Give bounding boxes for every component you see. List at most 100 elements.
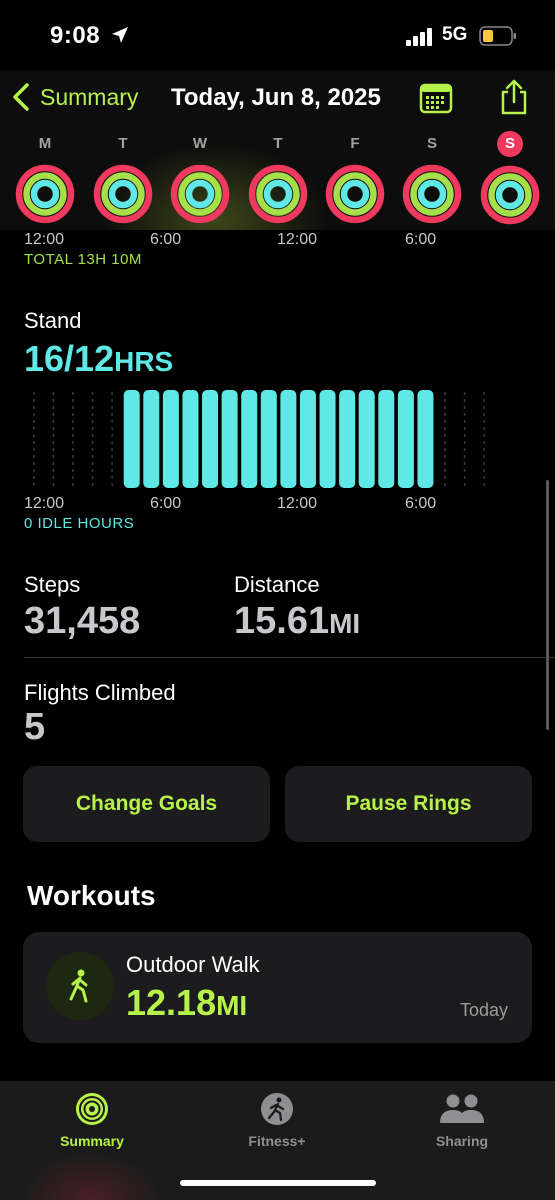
distance-unit: MI [329, 608, 361, 639]
ring-segment [108, 179, 138, 209]
workout-distance-number: 12.18 [126, 982, 217, 1023]
axis-label: 6:00 [405, 495, 437, 512]
stand-hour-bar [339, 390, 356, 488]
chevron-left-icon [13, 83, 29, 111]
pause-rings-button[interactable]: Pause Rings [285, 766, 532, 842]
change-goals-button[interactable]: Change Goals [23, 766, 270, 842]
workout-name: Outdoor Walk [126, 952, 260, 977]
tab-label: Sharing [435, 1133, 489, 1149]
status-bar: 9:08 5G [0, 0, 555, 70]
workout-distance: 12.18MI [126, 982, 247, 1024]
activity-rings-icon [402, 164, 462, 224]
day-tuesday[interactable]: T [93, 132, 153, 229]
stand-hour-bar [397, 390, 414, 488]
workout-card[interactable]: Outdoor Walk 12.18MI Today [23, 932, 532, 1043]
share-icon[interactable] [498, 78, 530, 116]
ring-segment [417, 179, 447, 209]
stand-hour-bar [221, 390, 238, 488]
stand-hour-bar [358, 390, 375, 488]
day-thursday[interactable]: T [248, 132, 308, 229]
stand-hour-bar [143, 390, 160, 488]
battery-icon [479, 26, 516, 46]
workout-date: Today [459, 1000, 508, 1020]
stand-unit: HRS [114, 346, 174, 377]
back-button[interactable]: Summary [10, 82, 138, 112]
steps-value: 31,458 [24, 600, 141, 642]
week-rings: M T W T F S S [0, 131, 555, 230]
tab-sharing[interactable]: Sharing [402, 1091, 522, 1149]
stand-hours-chart [33, 390, 485, 488]
axis-label: 12:00 [277, 231, 318, 248]
day-monday[interactable]: M [15, 132, 75, 229]
calendar-icon[interactable] [419, 82, 453, 114]
steps-label: Steps [24, 572, 81, 597]
exercise-total: TOTAL 13H 10M [24, 251, 142, 268]
day-letter: T [118, 135, 128, 152]
ring-segment [340, 179, 370, 209]
flights-value: 5 [24, 706, 46, 748]
stand-hour-bar [162, 390, 179, 488]
back-label: Summary [40, 83, 139, 110]
page-title: Today, Jun 8, 2025 [171, 84, 381, 111]
distance-number: 15.61 [234, 600, 330, 642]
stand-hour-bar [299, 390, 316, 488]
axis-label: 6:00 [150, 231, 182, 248]
stand-hour-bar [182, 390, 199, 488]
people-icon [440, 1094, 484, 1123]
axis-label: 12:00 [277, 495, 318, 512]
fitness-plus-icon [261, 1093, 293, 1125]
activity-rings-icon [325, 164, 385, 224]
stand-hour-bar [378, 390, 395, 488]
stand-hour-bar [280, 390, 297, 488]
day-letter: M [38, 135, 52, 152]
day-sunday[interactable]: S [480, 131, 540, 230]
tab-label: Summary [60, 1133, 124, 1149]
stand-value-number: 16/12 [24, 338, 115, 379]
idle-hours: 0 IDLE HOURS [24, 515, 135, 532]
stand-hour-bar [319, 390, 336, 488]
ring-segment [263, 179, 293, 209]
scroll-indicator[interactable] [546, 480, 549, 730]
status-time: 9:08 [50, 22, 101, 49]
distance-label: Distance [234, 572, 320, 597]
day-letter: T [273, 135, 283, 152]
ring-segment [495, 180, 525, 210]
stand-hour-bar [202, 390, 219, 488]
flights-label: Flights Climbed [24, 680, 176, 705]
location-arrow-icon [112, 27, 128, 43]
home-indicator[interactable] [180, 1180, 376, 1186]
stand-hour-bar [241, 390, 258, 488]
axis-label: 12:00 [24, 495, 65, 512]
day-letter: W [192, 135, 208, 152]
stand-value: 16/12HRS [24, 338, 173, 380]
day-friday[interactable]: F [325, 132, 385, 229]
workouts-heading: Workouts [27, 880, 156, 911]
day-wednesday[interactable]: W [170, 132, 230, 229]
activity-rings-icon [76, 1093, 108, 1125]
day-letter-today: S [497, 131, 523, 157]
day-saturday[interactable]: S [402, 132, 462, 229]
cellular-signal-icon [406, 28, 432, 46]
network-type: 5G [442, 24, 468, 45]
axis-label: 6:00 [150, 495, 182, 512]
ring-segment [185, 179, 215, 209]
day-letter: S [426, 135, 437, 152]
day-letter: F [350, 135, 360, 152]
stand-hour-bar [260, 390, 277, 488]
tab-fitness-plus[interactable]: Fitness+ [217, 1091, 337, 1149]
header: Summary Today, Jun 8, 2025 M T W T F S S [0, 70, 555, 230]
distance-value: 15.61MI [234, 600, 360, 643]
tab-summary[interactable]: Summary [32, 1091, 152, 1149]
activity-rings-icon [15, 164, 75, 224]
activity-rings-icon [480, 165, 540, 225]
activity-rings-icon [170, 164, 230, 224]
activity-rings-icon [93, 164, 153, 224]
axis-label: 6:00 [405, 231, 437, 248]
axis-label: 12:00 [24, 231, 65, 248]
ring-segment [30, 179, 60, 209]
walking-figure-icon [46, 952, 114, 1020]
activity-rings-icon [248, 164, 308, 224]
stand-hour-bar [123, 390, 140, 488]
divider [24, 657, 555, 658]
stand-label: Stand [24, 308, 82, 333]
